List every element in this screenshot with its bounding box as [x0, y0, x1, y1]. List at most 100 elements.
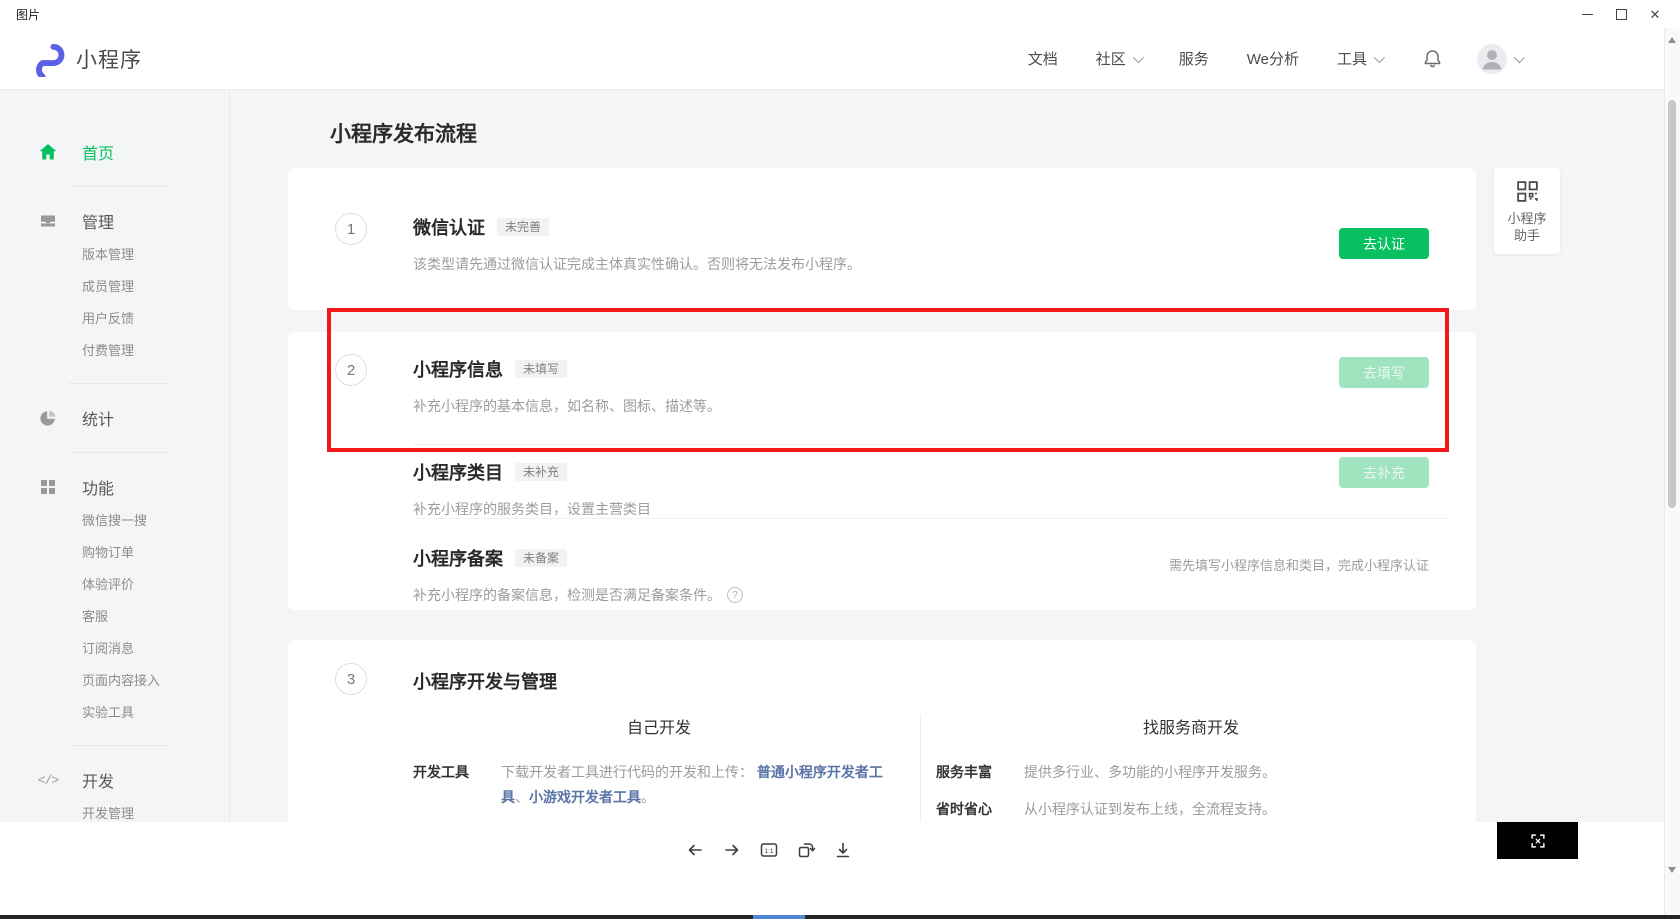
nav-tools[interactable]: 工具 [1337, 48, 1382, 69]
step1-desc: 该类型请先通过微信认证完成主体真实性确认。否则将无法发布小程序。 [413, 254, 1476, 274]
divider [68, 452, 168, 453]
nav-we-analytics[interactable]: We分析 [1247, 48, 1299, 69]
chevron-down-icon [1514, 51, 1525, 62]
category-title: 小程序类目 [413, 459, 503, 485]
assistant-label: 小程序助手 [1507, 210, 1546, 244]
maximize-button[interactable] [1604, 0, 1638, 28]
step3-title: 小程序开发与管理 [413, 668, 1476, 694]
sidebar-item-develop[interactable]: </> 开发 [0, 762, 229, 798]
brand-text: 小程序 [76, 44, 142, 74]
sidebar: 首页 管理 版本管理 成员管理 用户反馈 付费管理 统计 [0, 90, 230, 822]
step1-card: 1 微信认证 未完善 该类型请先通过微信认证完成主体真实性确认。否则将无法发布小… [288, 168, 1476, 310]
filing-desc: 补充小程序的备案信息，检测是否满足备案条件。 [413, 585, 721, 605]
save-time-row: 省时省心 从小程序认证到发布上线，全流程支持。 [936, 797, 1446, 822]
arrow-left-icon [685, 840, 705, 860]
step1-number: 1 [335, 213, 367, 245]
maximize-icon [1616, 9, 1627, 20]
status-badge: 未完善 [497, 218, 549, 236]
sidebar-item-manage[interactable]: 管理 [0, 203, 229, 239]
pie-chart-icon [38, 408, 58, 428]
go-fill-button[interactable]: 去填写 [1339, 357, 1429, 388]
info-desc: 补充小程序的基本信息，如名称、图标、描述等。 [413, 396, 1476, 416]
nav-docs[interactable]: 文档 [1028, 48, 1058, 69]
sidebar-item-version-manage[interactable]: 版本管理 [0, 239, 229, 271]
miniprogram-assistant-panel[interactable]: 小程序助手 [1494, 168, 1560, 254]
sidebar-item-shopping-orders[interactable]: 购物订单 [0, 537, 229, 569]
sidebar-item-experiment-tools[interactable]: 实验工具 [0, 697, 229, 729]
qr-code-icon [1515, 179, 1540, 204]
filing-title: 小程序备案 [413, 545, 503, 571]
divider [68, 383, 168, 384]
window-title: 图片 [16, 6, 40, 23]
taskbar-sliver [0, 915, 1680, 919]
code-icon: </> [38, 770, 58, 790]
bell-icon [1422, 48, 1443, 69]
sidebar-item-member-manage[interactable]: 成员管理 [0, 271, 229, 303]
actual-size-button[interactable]: 1:1 [750, 831, 787, 868]
miniprogram-logo-icon [30, 41, 66, 77]
dev-tools-text: 下载开发者工具进行代码的开发和上传： [501, 764, 753, 780]
game-devtools-link[interactable]: 小游戏开发者工具 [529, 789, 641, 805]
sidebar-item-statistics[interactable]: 统计 [0, 400, 229, 436]
provider-develop-column: 找服务商开发 服务丰富 提供多行业、多功能的小程序开发服务。 省时省心 从小程序… [920, 714, 1476, 822]
avatar [1477, 44, 1507, 74]
sidebar-item-subscribe-message[interactable]: 订阅消息 [0, 633, 229, 665]
sidebar-item-experience-review[interactable]: 体验评价 [0, 569, 229, 601]
step2-number: 2 [335, 354, 367, 386]
help-icon[interactable]: ? [727, 587, 743, 603]
sidebar-item-user-feedback[interactable]: 用户反馈 [0, 303, 229, 335]
sidebar-item-wechat-search[interactable]: 微信搜一搜 [0, 505, 229, 537]
back-button[interactable] [676, 831, 713, 868]
viewer-tools: 1:1 [676, 831, 861, 868]
nav-services[interactable]: 服务 [1179, 48, 1209, 69]
step1-title: 微信认证 [413, 214, 485, 240]
arrow-right-icon [722, 840, 742, 860]
info-title: 小程序信息 [413, 356, 503, 382]
rotate-button[interactable] [787, 831, 824, 868]
close-icon: ✕ [1650, 8, 1661, 21]
top-nav: 文档 社区 服务 We分析 工具 [990, 44, 1522, 74]
minimize-button[interactable] [1570, 0, 1604, 28]
download-button[interactable] [824, 831, 861, 868]
rich-service-row: 服务丰富 提供多行业、多功能的小程序开发服务。 [936, 760, 1446, 785]
crop-frame-icon [1529, 832, 1547, 850]
filing-note: 需先填写小程序信息和类目，完成小程序认证 [1169, 555, 1429, 574]
self-develop-header: 自己开发 [413, 714, 905, 738]
chevron-down-icon [1374, 51, 1385, 62]
forward-button[interactable] [713, 831, 750, 868]
chevron-down-icon [1132, 51, 1143, 62]
dev-tools-row: 开发工具 下载开发者工具进行代码的开发和上传： 普通小程序开发者工具、小游戏开发… [413, 760, 905, 809]
step3-number: 3 [335, 663, 367, 695]
close-button[interactable]: ✕ [1638, 0, 1672, 28]
sidebar-item-home[interactable]: 首页 [0, 134, 229, 170]
sidebar-item-features[interactable]: 功能 [0, 469, 229, 505]
account-menu[interactable] [1477, 44, 1522, 74]
scroll-up-icon[interactable] [1668, 37, 1676, 43]
divider [68, 186, 168, 187]
step1-title-row: 微信认证 未完善 [413, 214, 1476, 240]
sidebar-item-page-content[interactable]: 页面内容接入 [0, 665, 229, 697]
sidebar-item-payment-manage[interactable]: 付费管理 [0, 335, 229, 367]
dev-tools-label: 开发工具 [413, 760, 501, 809]
brand[interactable]: 小程序 [30, 41, 142, 77]
one-to-one-icon: 1:1 [759, 840, 779, 860]
scroll-down-icon[interactable] [1668, 867, 1676, 873]
grid-icon [38, 477, 58, 497]
self-develop-column: 自己开发 开发工具 下载开发者工具进行代码的开发和上传： 普通小程序开发者工具、… [288, 714, 920, 822]
notification-bell-button[interactable] [1422, 48, 1443, 69]
screenshot-crop-button[interactable] [1497, 822, 1578, 859]
sidebar-item-develop-manage[interactable]: 开发管理 [0, 798, 229, 822]
dev-columns: 自己开发 开发工具 下载开发者工具进行代码的开发和上传： 普通小程序开发者工具、… [288, 714, 1476, 822]
status-badge: 未备案 [515, 549, 567, 567]
status-badge: 未补充 [515, 463, 567, 481]
rotate-icon [796, 840, 816, 860]
nav-community[interactable]: 社区 [1096, 48, 1141, 69]
go-supplement-button[interactable]: 去补充 [1339, 457, 1429, 488]
svg-text:1:1: 1:1 [764, 847, 773, 854]
scrollbar-thumb[interactable] [1668, 100, 1676, 508]
page-scrollbar[interactable] [1664, 28, 1680, 919]
sidebar-item-customer-service[interactable]: 客服 [0, 601, 229, 633]
window-controls: ✕ [1570, 0, 1672, 28]
go-verify-button[interactable]: 去认证 [1339, 228, 1429, 259]
divider [68, 745, 168, 746]
